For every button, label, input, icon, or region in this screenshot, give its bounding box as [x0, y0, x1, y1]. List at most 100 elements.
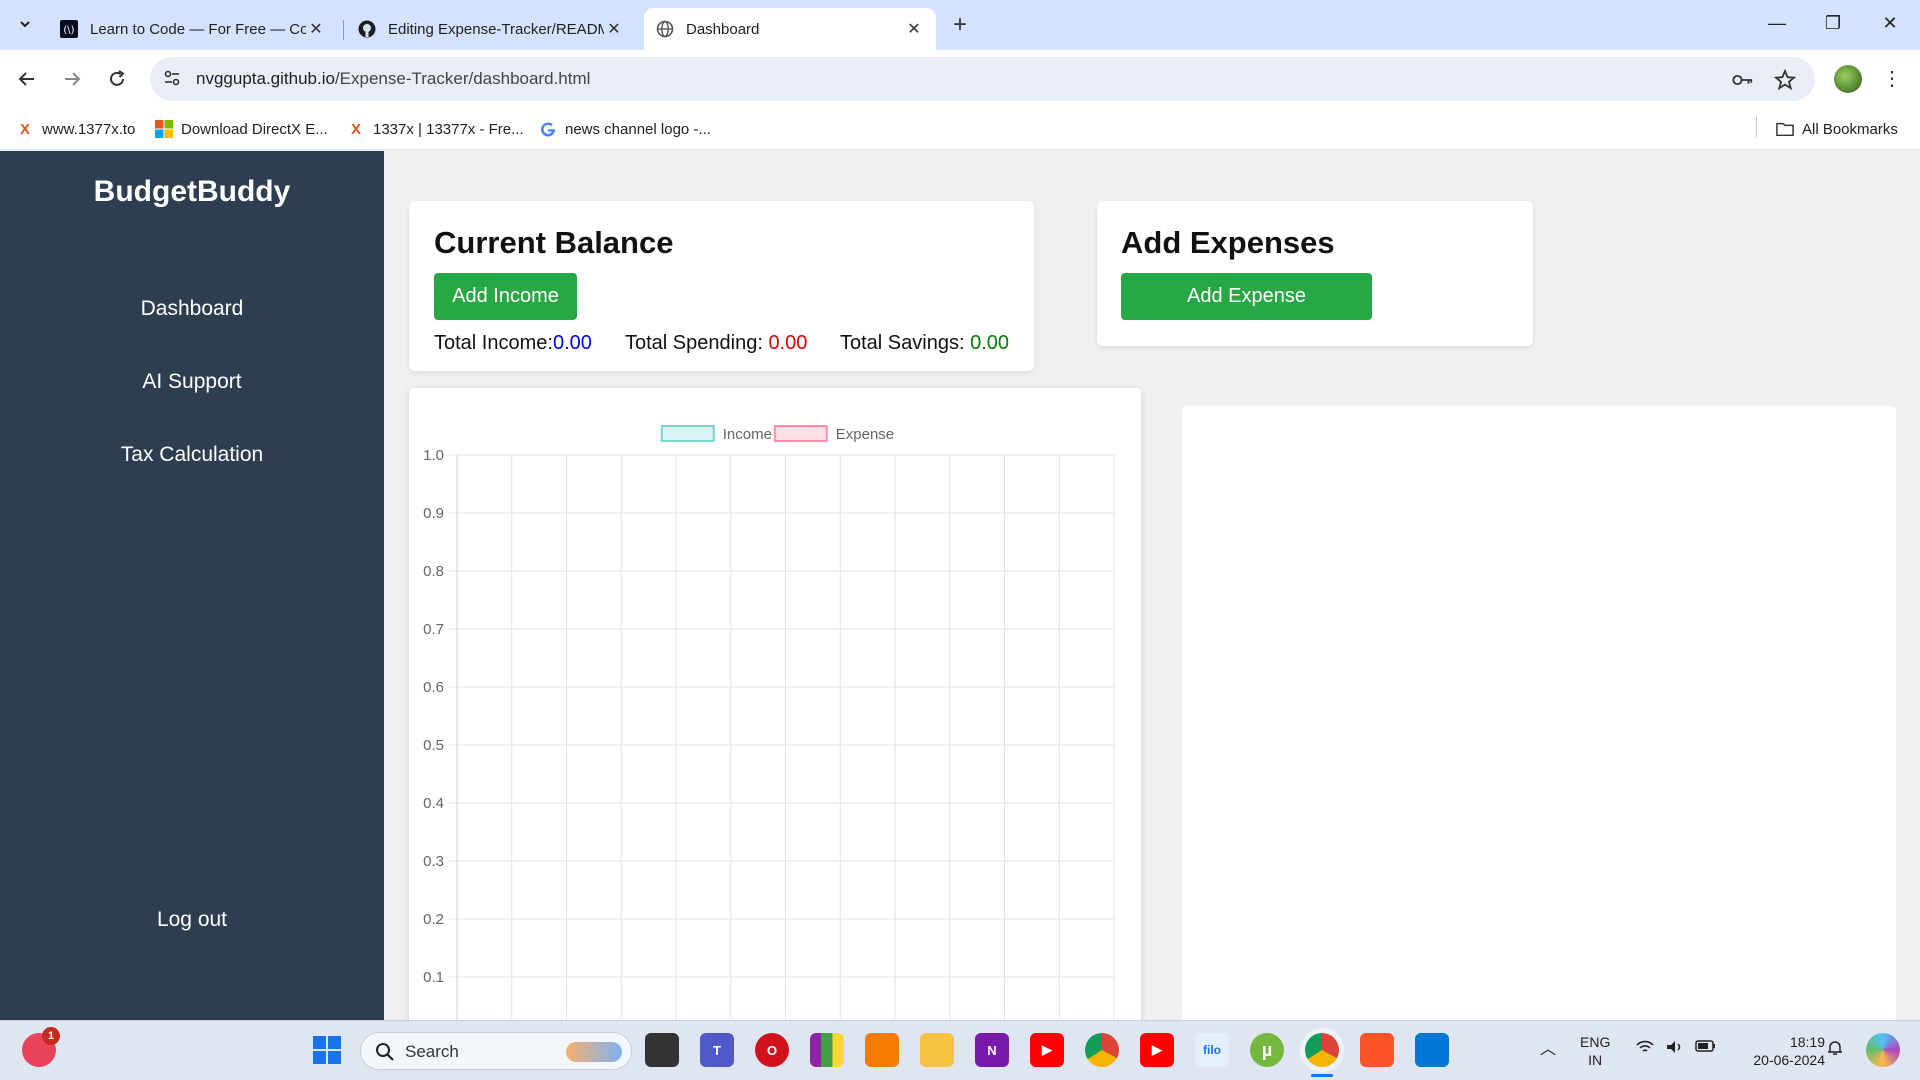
forward-arrow-icon[interactable] — [55, 62, 89, 96]
sidebar-item-dashboard[interactable]: Dashboard — [0, 297, 384, 321]
y-tick-label: 0.4 — [423, 795, 444, 812]
reload-icon[interactable] — [100, 62, 134, 96]
total-spending-value: 0.00 — [768, 332, 808, 354]
bookmarks-separator — [1756, 116, 1757, 138]
wifi-icon[interactable] — [1635, 1039, 1655, 1059]
total-spending: Total Spending: 0.00 — [625, 332, 807, 355]
folder-icon — [1776, 120, 1794, 138]
tab-github-readme[interactable]: Editing Expense-Tracker/READM ✕ — [346, 8, 636, 50]
bookmark-label: 1337x | 13377x - Fre... — [373, 120, 524, 138]
utorrent-icon[interactable]: µ — [1250, 1033, 1284, 1067]
add-income-button[interactable]: Add Income — [434, 273, 577, 320]
browser-toolbar: nvggupta.github.io/Expense-Tracker/dashb… — [0, 50, 1920, 108]
tab-search-chevron-down-icon[interactable] — [10, 9, 40, 39]
logout-link[interactable]: Log out — [0, 908, 384, 932]
minimize-icon[interactable]: — — [1757, 8, 1797, 38]
y-tick-label: 0.7 — [423, 621, 444, 638]
total-savings-value: 0.00 — [970, 332, 1010, 354]
volume-icon[interactable] — [1665, 1039, 1685, 1059]
total-income-value: 0.00 — [552, 332, 592, 354]
language-indicator[interactable]: ENG IN — [1580, 1033, 1610, 1069]
url-text[interactable]: nvggupta.github.io/Expense-Tracker/dashb… — [196, 69, 590, 89]
y-tick-label: 0.9 — [423, 505, 444, 522]
tab-title: Editing Expense-Tracker/READM — [388, 20, 604, 38]
copilot-icon[interactable] — [1866, 1033, 1900, 1067]
clock[interactable]: 18:19 20-06-2024 — [1735, 1033, 1825, 1069]
y-tick-label: 0.6 — [423, 679, 444, 696]
x-logo-icon: X — [19, 120, 30, 138]
restore-icon[interactable]: ❐ — [1813, 8, 1853, 38]
tab-freecodecamp[interactable]: (\) Learn to Code — For Free — Co ✕ — [48, 8, 338, 50]
all-bookmarks[interactable]: All Bookmarks — [1776, 116, 1898, 142]
new-tab-plus-icon[interactable]: + — [945, 10, 975, 40]
y-tick-label: 1.0 — [423, 447, 444, 464]
y-tick-label: 0.1 — [423, 969, 444, 986]
language-top: ENG — [1580, 1034, 1611, 1050]
notification-badge: 1 — [42, 1027, 60, 1045]
freecodecamp-icon: (\) — [60, 20, 78, 38]
onenote-icon[interactable]: N — [975, 1033, 1009, 1067]
total-income-label: Total Income: — [434, 332, 553, 354]
search-icon — [375, 1042, 395, 1067]
notification-bell-icon[interactable] — [1826, 1039, 1844, 1061]
tab-close-icon[interactable]: ✕ — [604, 19, 624, 39]
url-host: nvggupta.github.io — [196, 69, 335, 88]
add-expenses-card: Add Expenses Add Expense — [1097, 201, 1533, 346]
brave-icon[interactable] — [1360, 1033, 1394, 1067]
y-tick-label: 0.8 — [423, 563, 444, 580]
file-explorer-icon[interactable] — [920, 1033, 954, 1067]
address-bar[interactable]: nvggupta.github.io/Expense-Tracker/dashb… — [150, 57, 1815, 101]
bookmark-1337x[interactable]: X 1337x | 13377x - Fre... — [347, 116, 524, 142]
url-path: /Expense-Tracker/dashboard.html — [334, 69, 591, 88]
youtube-icon-2[interactable]: ▶ — [1140, 1033, 1174, 1067]
tab-close-icon[interactable]: ✕ — [306, 19, 326, 39]
globe-icon — [656, 20, 674, 38]
bookmark-label: www.1377x.to — [42, 120, 136, 138]
legend-swatch-income — [660, 425, 715, 442]
winrar-icon[interactable] — [810, 1033, 844, 1067]
github-icon — [358, 20, 376, 38]
password-key-icon[interactable] — [1732, 69, 1754, 91]
paint-icon[interactable] — [865, 1033, 899, 1067]
show-hidden-icons-chevron-up-icon[interactable]: ︿ — [1540, 1041, 1556, 1059]
browser-tab-bar: (\) Learn to Code — For Free — Co ✕ Edit… — [0, 0, 1920, 50]
filo-icon[interactable]: filo — [1195, 1033, 1229, 1067]
add-expense-button[interactable]: Add Expense — [1121, 273, 1372, 320]
bookmark-directx[interactable]: Download DirectX E... — [155, 116, 328, 142]
back-arrow-icon[interactable] — [10, 62, 44, 96]
battery-icon[interactable] — [1695, 1039, 1717, 1057]
bookmarks-bar: X www.1377x.to Download DirectX E... X 1… — [0, 108, 1920, 150]
site-settings-icon[interactable] — [162, 68, 182, 93]
search-highlight-icon — [566, 1042, 622, 1062]
tab-close-icon[interactable]: ✕ — [904, 19, 924, 39]
google-icon — [539, 120, 557, 138]
tab-separator — [343, 20, 344, 40]
clock-time: 18:19 — [1789, 1034, 1825, 1050]
chrome-active-icon[interactable] — [1305, 1033, 1339, 1067]
sidebar-item-ai-support[interactable]: AI Support — [0, 370, 384, 394]
bookmark-1377x[interactable]: X www.1377x.to — [16, 116, 135, 142]
tab-dashboard[interactable]: Dashboard ✕ — [644, 8, 936, 50]
browser-menu-icon[interactable]: ⋮ — [1880, 64, 1904, 94]
current-balance-title: Current Balance — [434, 225, 674, 260]
bookmark-star-icon[interactable] — [1774, 69, 1796, 91]
bookmark-news-logo[interactable]: news channel logo -... — [539, 116, 711, 142]
tab-title: Dashboard — [686, 20, 760, 38]
teams-icon[interactable]: T — [700, 1033, 734, 1067]
windows-start-icon[interactable] — [310, 1033, 344, 1067]
youtube-icon[interactable]: ▶ — [1030, 1033, 1064, 1067]
total-income: Total Income:0.00 — [434, 332, 592, 355]
task-view-icon[interactable] — [645, 1033, 679, 1067]
chrome-icon[interactable] — [1085, 1033, 1119, 1067]
legend-label-expense: Expense — [836, 426, 894, 443]
taskbar-search-box[interactable]: Search — [360, 1032, 632, 1070]
total-spending-label: Total Spending: — [625, 332, 769, 354]
language-bottom: IN — [1588, 1052, 1603, 1068]
vscode-icon[interactable] — [1415, 1033, 1449, 1067]
opera-icon[interactable]: O — [755, 1033, 789, 1067]
copilot-notification-icon[interactable]: 1 — [22, 1027, 60, 1067]
add-expenses-title: Add Expenses — [1121, 225, 1335, 260]
profile-avatar[interactable] — [1834, 65, 1862, 93]
window-close-icon[interactable]: ✕ — [1870, 8, 1910, 38]
sidebar-item-tax-calculation[interactable]: Tax Calculation — [0, 443, 384, 467]
